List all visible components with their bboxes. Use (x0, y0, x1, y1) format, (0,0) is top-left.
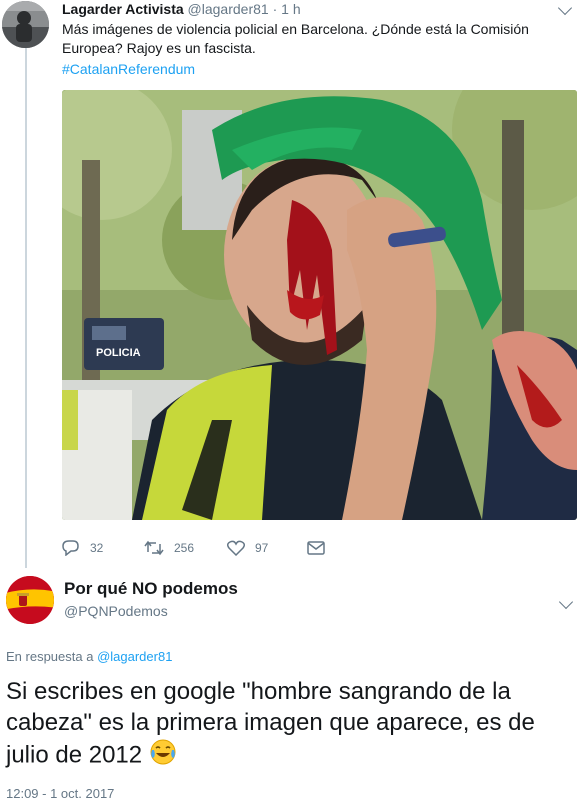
tweet-photo[interactable]: POLICIA (62, 90, 577, 520)
hashtag-link[interactable]: #CatalanReferendum (62, 60, 195, 79)
reply-author-handle[interactable]: @PQNPodemos (64, 603, 168, 619)
tweet-header: Lagarder Activista @lagarder81 · 1 h (62, 0, 301, 18)
like-action[interactable]: 97 (227, 538, 268, 558)
retweet-action[interactable]: 256 (144, 538, 194, 558)
tears-of-joy-emoji (149, 738, 177, 774)
like-count: 97 (255, 541, 269, 555)
thread-connector (25, 48, 27, 568)
reply-author-name[interactable]: Por qué NO podemos (64, 579, 238, 599)
tweet-time[interactable]: 1 h (281, 1, 300, 17)
in-reply-to: En respuesta a @lagarder81 (6, 649, 172, 664)
retweet-count: 256 (174, 541, 195, 555)
in-reply-prefix: En respuesta a (6, 649, 94, 664)
tweet-actions: 32 256 97 (62, 538, 362, 558)
author-avatar[interactable] (2, 1, 49, 48)
reply-timestamp[interactable]: 12:09 - 1 oct. 2017 (6, 786, 114, 801)
direct-message-icon (307, 541, 325, 555)
in-reply-handle-link[interactable]: @lagarder81 (97, 649, 172, 664)
retweet-icon (144, 540, 164, 556)
reply-text: Si escribes en google "hombre sangrando … (6, 676, 576, 774)
reply-author-avatar[interactable] (6, 576, 54, 624)
reply-icon (62, 540, 79, 556)
spanish-flag-image (6, 576, 54, 624)
avatar-image (2, 1, 49, 48)
author-handle[interactable]: @lagarder81 (188, 1, 269, 17)
direct-message-action[interactable] (307, 538, 335, 558)
reply-count: 32 (90, 541, 104, 555)
chevron-down-icon[interactable] (557, 0, 573, 16)
van-sign: POLICIA (96, 347, 141, 359)
tweet-card[interactable]: Lagarder Activista @lagarder81 · 1 h Más… (0, 0, 580, 568)
reply-action[interactable]: 32 (62, 538, 103, 558)
meta-separator: · (272, 1, 278, 17)
tweet-text: Más imágenes de violencia policial en Ba… (62, 21, 529, 56)
photo-illustration: POLICIA (62, 90, 577, 520)
reply-text-body: Si escribes en google "hombre sangrando … (6, 678, 535, 769)
chevron-down-icon[interactable] (558, 594, 574, 610)
author-name[interactable]: Lagarder Activista (62, 1, 184, 17)
like-icon (227, 540, 245, 556)
